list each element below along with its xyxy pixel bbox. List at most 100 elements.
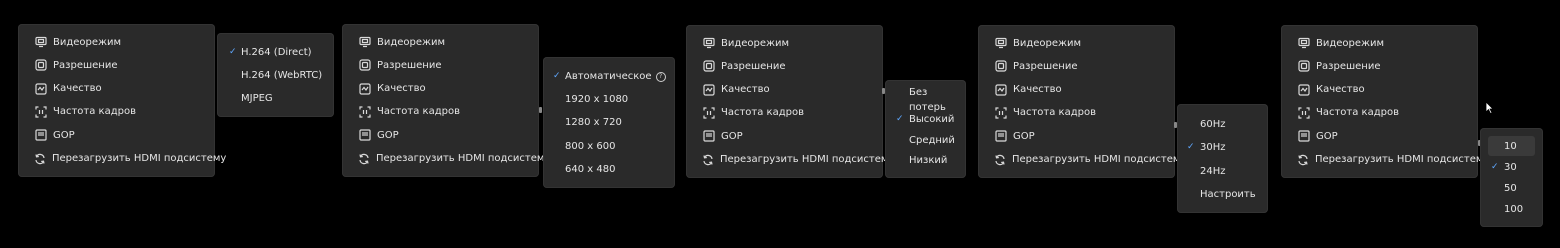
menu-item-framerate[interactable]: Частота кадров: [18, 102, 215, 122]
video-mode-submenu: ✓ H.264 (Direct) H.264 (WebRTC) MJPEG: [217, 33, 334, 117]
option-low[interactable]: Низкий: [909, 155, 947, 166]
option-gop-30[interactable]: 30: [1504, 162, 1517, 173]
refresh-icon: [702, 153, 714, 166]
option-gop-50[interactable]: 50: [1504, 183, 1517, 194]
resolution-icon: [994, 60, 1007, 73]
check-icon: ✓: [1187, 142, 1195, 152]
menu-item-resolution[interactable]: Разрешение: [18, 55, 215, 75]
option-60hz[interactable]: 60Hz: [1200, 119, 1226, 130]
resolution-icon: [702, 60, 715, 73]
menu-item-quality[interactable]: Качество: [18, 79, 215, 99]
menu-item-label: Качество: [721, 84, 770, 96]
refresh-icon: [1297, 153, 1309, 166]
quality-icon: [994, 83, 1007, 96]
refresh-icon: [34, 152, 46, 165]
menu-item-gop[interactable]: GOP: [342, 125, 539, 145]
monitor-icon: [994, 37, 1007, 50]
menu-item-gop[interactable]: GOP: [18, 125, 215, 145]
menu-item-gop[interactable]: GOP: [978, 126, 1175, 146]
menu-item-reload-hdmi[interactable]: Перезагрузить HDMI подсистему: [342, 149, 550, 169]
option-custom[interactable]: Настроить: [1200, 189, 1256, 200]
menu-item-quality[interactable]: Качество: [686, 80, 883, 100]
menu-item-label: Видеорежим: [1013, 37, 1082, 49]
gop-icon: [34, 129, 47, 142]
gop-icon: [994, 130, 1007, 143]
monitor-icon: [34, 36, 47, 49]
menu-item-video-mode[interactable]: Видеорежим: [686, 33, 883, 53]
framerate-icon: [358, 105, 371, 118]
menu-item-video-mode[interactable]: Видеорежим: [1281, 33, 1478, 53]
menu-item-label: Качество: [377, 83, 426, 95]
menu-item-video-mode[interactable]: Видеорежим: [342, 32, 539, 52]
framerate-icon: [994, 106, 1007, 119]
menu-item-framerate[interactable]: Частота кадров: [686, 103, 883, 123]
gop-icon: [358, 129, 371, 142]
menu-item-video-mode[interactable]: Видеорежим: [978, 33, 1175, 53]
menu-item-framerate[interactable]: Частота кадров: [978, 103, 1175, 123]
menu-item-gop[interactable]: GOP: [686, 126, 883, 146]
option-gop-100[interactable]: 100: [1504, 204, 1523, 215]
menu-item-video-mode[interactable]: Видеорежим: [18, 32, 215, 52]
refresh-icon: [358, 152, 370, 165]
settings-menu-1: Видеорежим Разрешение Качество Частота кадр…: [18, 24, 226, 177]
settings-menu-5: Видеорежим Разрешение Качество Частота кадр…: [1281, 25, 1489, 178]
menu-item-reload-hdmi[interactable]: Перезагрузить HDMI подсистему: [686, 150, 894, 170]
menu-item-label: Разрешение: [1316, 60, 1381, 72]
menu-item-label: Частота кадров: [721, 107, 804, 119]
check-icon: ✓: [1491, 162, 1499, 172]
option-800x600[interactable]: 800 x 600: [565, 141, 615, 152]
menu-item-reload-hdmi[interactable]: Перезагрузить HDMI подсистему: [1281, 150, 1489, 170]
menu-item-label: Частота кадров: [1316, 107, 1399, 119]
quality-submenu: Без потерь ✓ Высокий Средний Низкий: [885, 80, 966, 178]
menu-item-label: Перезагрузить HDMI подсистему: [1315, 154, 1490, 165]
menu-item-gop[interactable]: GOP: [1281, 126, 1478, 146]
resolution-submenu: ✓ Автоматическое? 1920 x 1080 1280 x 720…: [543, 57, 675, 188]
gop-submenu: 10 ✓ 30 50 100: [1480, 128, 1543, 227]
menu-item-label: GOP: [53, 129, 75, 141]
menu-item-reload-hdmi[interactable]: Перезагрузить HDMI подсистему: [978, 150, 1186, 170]
option-1280x720[interactable]: 1280 x 720: [565, 117, 622, 128]
framerate-icon: [1297, 106, 1310, 119]
option-24hz[interactable]: 24Hz: [1200, 166, 1226, 177]
menu-item-label: Разрешение: [377, 59, 442, 71]
menu-item-quality[interactable]: Качество: [342, 79, 539, 99]
menu-item-resolution[interactable]: Разрешение: [342, 55, 539, 75]
menu-item-label: Перезагрузить HDMI подсистему: [720, 154, 895, 165]
menu-item-resolution[interactable]: Разрешение: [686, 56, 883, 76]
menu-item-label: Частота кадров: [1013, 107, 1096, 119]
help-icon[interactable]: ?: [655, 71, 666, 82]
option-h264-webrtc[interactable]: H.264 (WebRTC): [241, 70, 322, 81]
menu-item-label: GOP: [721, 130, 743, 142]
option-640x480[interactable]: 640 x 480: [565, 164, 615, 175]
menu-item-reload-hdmi[interactable]: Перезагрузить HDMI подсистему: [18, 149, 226, 169]
check-icon: ✓: [553, 71, 561, 81]
resolution-icon: [1297, 60, 1310, 73]
option-mjpeg[interactable]: MJPEG: [241, 93, 273, 104]
framerate-submenu: 60Hz ✓ 30Hz 24Hz Настроить: [1177, 104, 1268, 213]
option-1920x1080[interactable]: 1920 x 1080: [565, 94, 628, 105]
option-gop-10[interactable]: 10: [1504, 141, 1517, 152]
resolution-icon: [358, 59, 371, 72]
menu-item-label: Перезагрузить HDMI подсистему: [52, 153, 227, 164]
option-lossless[interactable]: Без потерь: [909, 85, 949, 115]
menu-item-quality[interactable]: Качество: [978, 80, 1175, 100]
monitor-icon: [1297, 37, 1310, 50]
framerate-icon: [34, 105, 47, 118]
option-medium[interactable]: Средний: [909, 135, 955, 146]
option-auto[interactable]: Автоматическое?: [565, 71, 666, 82]
gop-icon: [1297, 130, 1310, 143]
option-high[interactable]: Высокий: [909, 114, 954, 125]
quality-icon: [1297, 83, 1310, 96]
menu-item-resolution[interactable]: Разрешение: [1281, 56, 1478, 76]
gop-icon: [702, 130, 715, 143]
menu-item-label: Частота кадров: [377, 106, 460, 118]
menu-item-quality[interactable]: Качество: [1281, 80, 1478, 100]
option-h264-direct[interactable]: H.264 (Direct): [241, 47, 312, 58]
option-30hz[interactable]: 30Hz: [1200, 142, 1226, 153]
menu-item-framerate[interactable]: Частота кадров: [1281, 103, 1478, 123]
menu-item-resolution[interactable]: Разрешение: [978, 56, 1175, 76]
quality-icon: [702, 83, 715, 96]
quality-icon: [34, 82, 47, 95]
menu-item-framerate[interactable]: Частота кадров: [342, 102, 539, 122]
settings-menu-4: Видеорежим Разрешение Качество Частота кадр…: [978, 25, 1186, 178]
